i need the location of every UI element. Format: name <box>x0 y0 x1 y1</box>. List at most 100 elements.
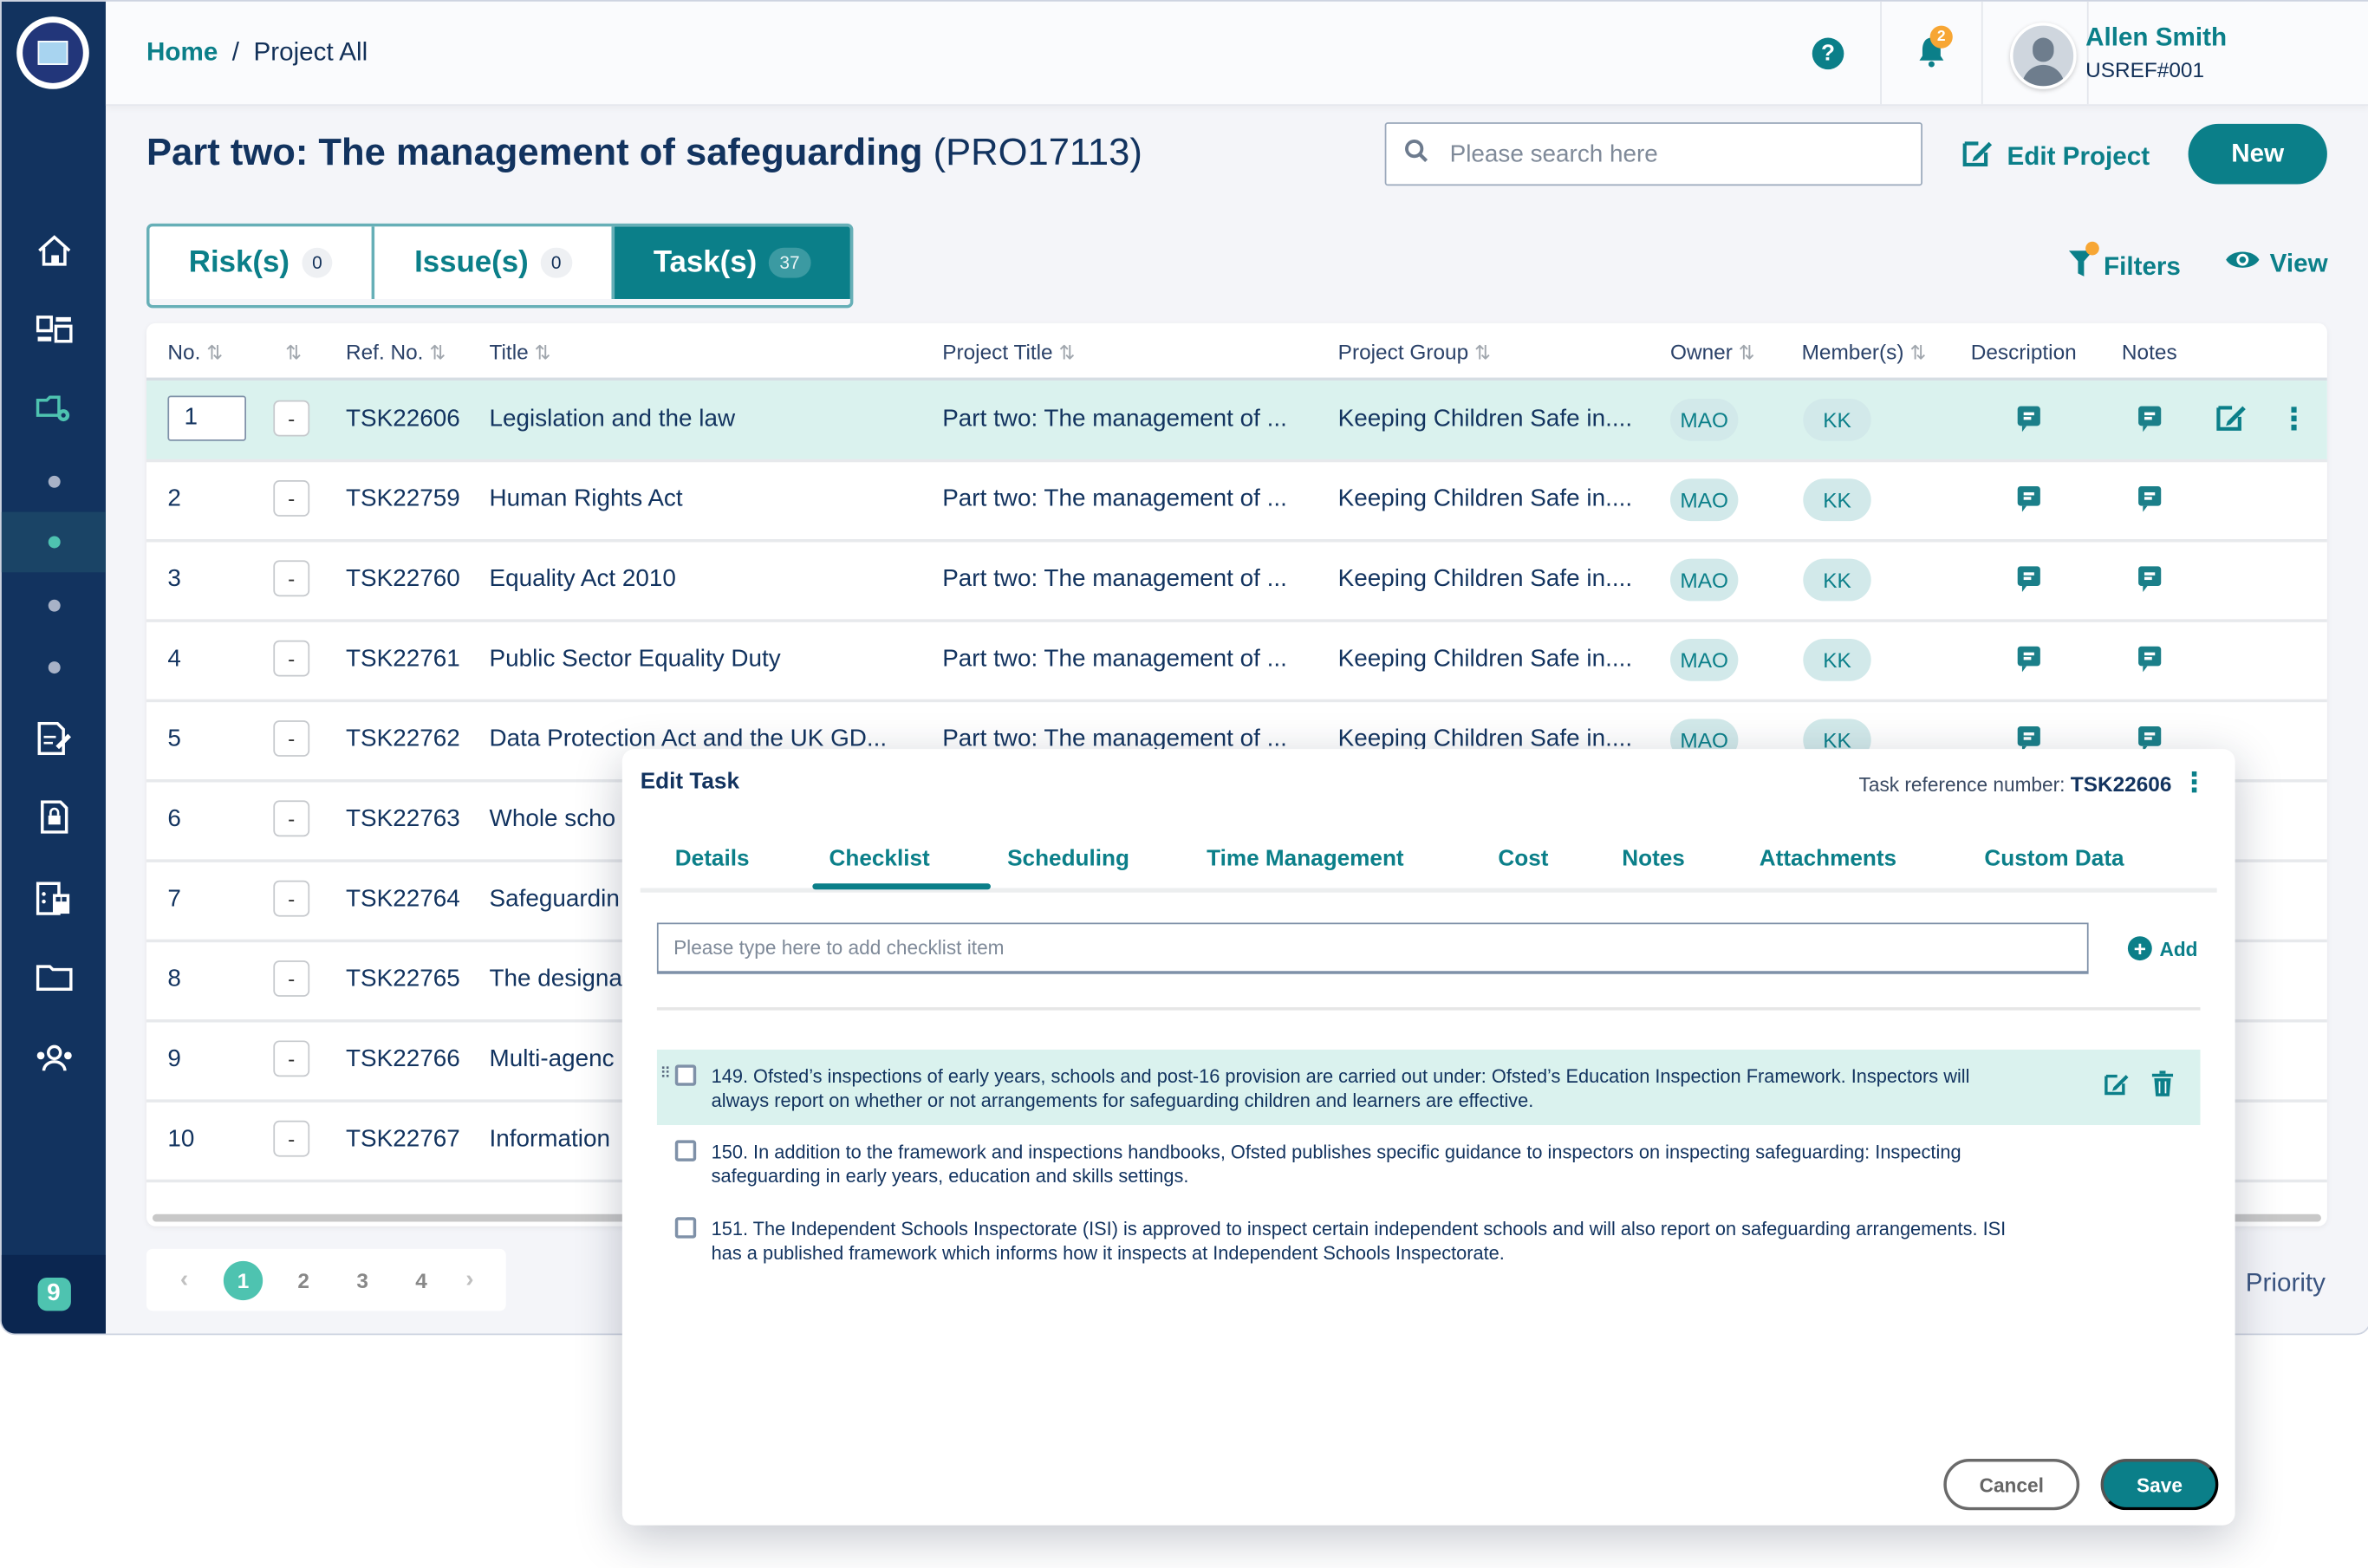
edit-icon[interactable] <box>2104 1070 2131 1103</box>
sidebar-subitem-4[interactable] <box>2 637 106 698</box>
col-owner[interactable]: Owner ⇅ <box>1670 340 1755 366</box>
row-ref-no: TSK22762 <box>345 726 460 752</box>
lock-file-icon[interactable] <box>2 787 106 848</box>
folder-icon[interactable] <box>2 947 106 1007</box>
breadcrumb-home[interactable]: Home <box>146 38 218 67</box>
description-icon[interactable] <box>2017 726 2040 752</box>
sidebar-subitem-1[interactable] <box>2 452 106 512</box>
page-4-button[interactable]: 4 <box>401 1261 440 1300</box>
document-edit-icon[interactable] <box>2 708 106 769</box>
col-members[interactable]: Member(s) ⇅ <box>1802 340 1927 366</box>
notes-icon[interactable] <box>2138 406 2162 433</box>
col-sort[interactable]: ⇅ <box>279 340 302 366</box>
row-toggle-button[interactable]: - <box>273 1040 310 1077</box>
col-project-group[interactable]: Project Group ⇅ <box>1338 340 1491 366</box>
cancel-button[interactable]: Cancel <box>1943 1459 2080 1511</box>
search-input[interactable] <box>1447 135 1906 176</box>
row-toggle-button[interactable]: - <box>273 560 310 597</box>
row-toggle-button[interactable]: - <box>273 800 310 837</box>
dashboard-icon[interactable] <box>2 299 106 360</box>
page-1-button[interactable]: 1 <box>223 1260 263 1301</box>
help-icon[interactable]: ? <box>1812 37 1844 70</box>
row-toggle-button[interactable]: - <box>273 480 310 517</box>
save-button[interactable]: Save <box>2100 1459 2219 1511</box>
row-toggle-button[interactable]: - <box>273 640 310 677</box>
avatar[interactable] <box>2010 23 2077 89</box>
row-number-input[interactable]: 1 <box>167 395 246 441</box>
page-2-button[interactable]: 2 <box>284 1261 323 1300</box>
view-button[interactable]: View <box>2224 248 2328 280</box>
app-badge[interactable]: 9 <box>1 1254 106 1334</box>
row-toggle-button[interactable]: - <box>273 1120 310 1157</box>
row-toggle-button[interactable]: - <box>273 400 310 437</box>
tab-notes[interactable]: Notes <box>1622 846 1685 872</box>
drag-handle-icon[interactable]: ⠿ <box>660 1066 671 1083</box>
checklist-checkbox[interactable] <box>674 1217 697 1239</box>
col-title[interactable]: Title ⇅ <box>490 340 551 366</box>
notes-icon[interactable] <box>2138 486 2162 512</box>
table-row[interactable]: 2 - TSK22759 Human Rights Act Part two: The … <box>146 460 2327 543</box>
tab-details[interactable]: Details <box>675 846 750 872</box>
col-project-title[interactable]: Project Title ⇅ <box>942 340 1075 366</box>
checklist-checkbox[interactable] <box>674 1140 697 1161</box>
more-options-icon[interactable]: ⋮ <box>2279 400 2309 439</box>
add-checklist-button[interactable]: + Add <box>2127 936 2198 961</box>
table-row[interactable]: 4 - TSK22761 Public Sector Equality Duty Par… <box>146 621 2327 703</box>
tab-scheduling[interactable]: Scheduling <box>1007 846 1129 872</box>
col-ref-no[interactable]: Ref. No. ⇅ <box>346 340 446 366</box>
description-icon[interactable] <box>2017 566 2040 592</box>
search-icon <box>1404 139 1428 171</box>
home-icon[interactable] <box>2 220 106 281</box>
tab-time-management[interactable]: Time Management <box>1207 846 1404 872</box>
trash-icon[interactable] <box>2151 1070 2174 1103</box>
row-title[interactable]: Whole scho <box>490 806 616 833</box>
tab-custom-data[interactable]: Custom Data <box>1984 846 2124 872</box>
tab-cost[interactable]: Cost <box>1498 846 1548 872</box>
row-title[interactable]: Safeguardin <box>490 887 620 914</box>
tab-checklist[interactable]: Checklist <box>829 846 930 872</box>
user-name[interactable]: Allen Smith <box>2085 23 2227 53</box>
page-3-button[interactable]: 3 <box>343 1261 382 1300</box>
row-title[interactable]: Legislation and the law <box>490 407 736 433</box>
row-title[interactable]: Information <box>490 1127 610 1154</box>
table-row[interactable]: 3 - TSK22760 Equality Act 2010 Part two: The… <box>146 541 2327 622</box>
tab-risks[interactable]: Risk(s) 0 <box>149 226 373 299</box>
filter-icon <box>2067 241 2099 286</box>
row-toggle-button[interactable]: - <box>273 960 310 997</box>
notes-icon[interactable] <box>2138 566 2162 592</box>
tab-attachments[interactable]: Attachments <box>1760 846 1896 872</box>
table-row[interactable]: 1- TSK22606 Legislation and the law Part tw… <box>146 381 2327 463</box>
edit-project-button[interactable]: Edit Project <box>1961 138 2150 176</box>
tab-tasks[interactable]: Task(s) 37 <box>611 226 850 299</box>
filters-button[interactable]: Filters <box>2067 241 2181 286</box>
row-toggle-button[interactable]: - <box>273 720 310 757</box>
description-icon[interactable] <box>2017 646 2040 673</box>
more-options-icon[interactable]: ⋮ <box>2181 767 2208 799</box>
project-settings-icon[interactable] <box>2 378 106 439</box>
row-title[interactable]: Multi-agenc <box>490 1046 615 1073</box>
sidebar-subitem-2[interactable] <box>1 511 106 573</box>
description-icon[interactable] <box>2017 406 2040 433</box>
building-list-icon[interactable] <box>2 869 106 929</box>
tab-issues[interactable]: Issue(s) 0 <box>372 226 612 299</box>
search-box[interactable] <box>1384 122 1922 186</box>
notes-icon[interactable] <box>2138 646 2162 673</box>
team-icon[interactable] <box>2 1029 106 1090</box>
prev-page-button[interactable]: ‹ <box>165 1261 204 1300</box>
row-title[interactable]: Public Sector Equality Duty <box>490 647 781 673</box>
col-no[interactable]: No. ⇅ <box>167 340 223 366</box>
sort-icon: ⇅ <box>429 341 446 364</box>
description-icon[interactable] <box>2017 486 2040 512</box>
row-title[interactable]: Equality Act 2010 <box>490 566 676 593</box>
next-page-button[interactable]: › <box>450 1261 489 1300</box>
row-toggle-button[interactable]: - <box>273 880 310 917</box>
sidebar-subitem-3[interactable] <box>2 576 106 636</box>
notes-icon[interactable] <box>2138 726 2162 752</box>
checklist-checkbox[interactable] <box>674 1064 697 1086</box>
row-title[interactable]: The designa <box>490 966 622 993</box>
row-title[interactable]: Human Rights Act <box>490 486 683 513</box>
new-button[interactable]: New <box>2188 123 2327 185</box>
edit-icon[interactable] <box>2215 401 2248 440</box>
checklist-item-input[interactable] <box>656 922 2089 974</box>
school-logo[interactable] <box>16 16 89 89</box>
